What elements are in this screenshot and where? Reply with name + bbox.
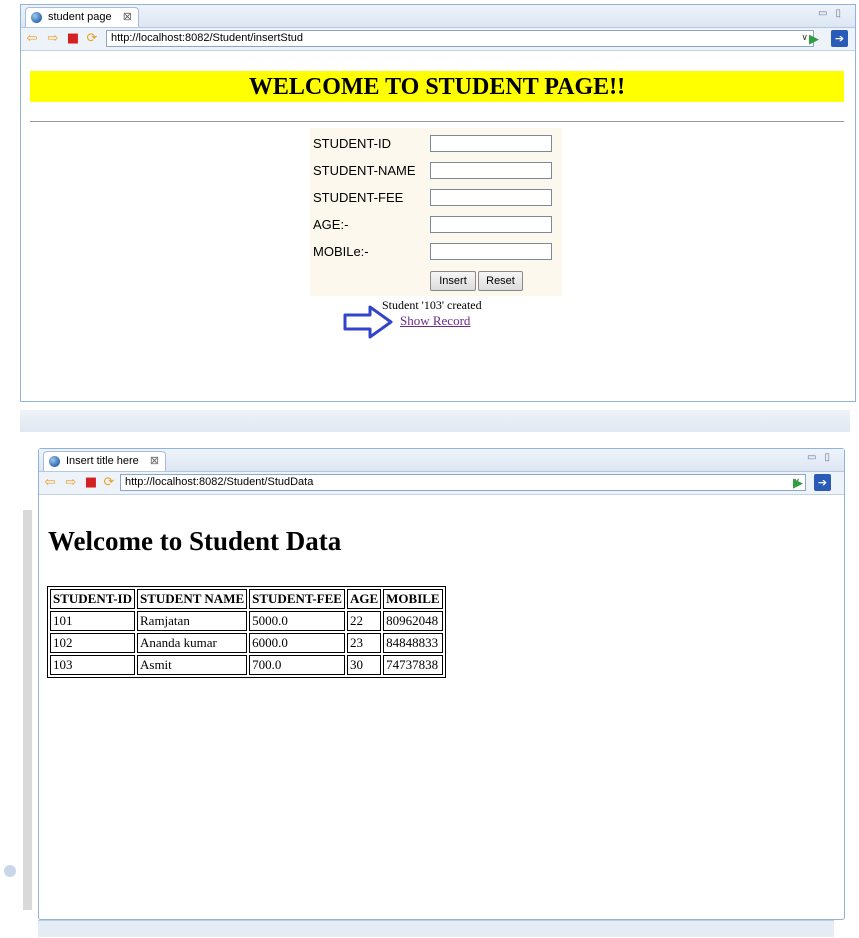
label-mobile: MOBILe:- — [313, 244, 369, 259]
reset-button[interactable]: Reset — [478, 271, 523, 291]
cell-name: Ramjatan — [137, 611, 248, 631]
label-student-name: STUDENT-NAME — [313, 163, 416, 178]
table-row: 101 Ramjatan 5000.0 22 80962048 — [50, 611, 443, 631]
mobile-field[interactable] — [430, 243, 552, 260]
student-id-field[interactable] — [430, 135, 552, 152]
navigation-bar: ⇦ ⇨ ■ ⟳ http://localhost:8082/Student/in… — [21, 28, 855, 51]
maximize-icon[interactable]: ▯ — [835, 8, 849, 19]
refresh-icon[interactable]: ⟳ — [85, 32, 99, 46]
close-tab-icon[interactable]: ⊠ — [123, 11, 132, 23]
minimize-icon[interactable]: ▭ — [818, 8, 835, 19]
tab-title-2: Insert title here — [66, 455, 139, 467]
url-input[interactable]: http://localhost:8082/Student/insertStud… — [106, 30, 814, 47]
minimize-icon[interactable]: ▭ — [807, 452, 824, 463]
cell-id: 102 — [50, 633, 135, 653]
label-student-fee: STUDENT-FEE — [313, 190, 404, 205]
close-tab-icon[interactable]: ⊠ — [150, 455, 159, 467]
cell-mobile: 74737838 — [383, 655, 443, 675]
ide-status-strip — [38, 920, 834, 937]
label-student-id: STUDENT-ID — [313, 136, 391, 151]
cell-age: 22 — [346, 611, 382, 631]
cell-fee: 6000.0 — [249, 633, 345, 653]
back-icon[interactable]: ⇦ — [25, 32, 39, 46]
tab-bar-2: Insert title here ⊠ ▭▯ — [39, 449, 844, 472]
student-name-field[interactable] — [430, 162, 552, 179]
url-input-2[interactable]: http://localhost:8082/Student/StudData ∨ — [120, 474, 806, 491]
decorative-dot — [4, 865, 16, 877]
status-message: Student '103' created — [382, 298, 482, 312]
stop-icon[interactable]: ■ — [84, 476, 98, 490]
forward-icon[interactable]: ⇨ — [64, 476, 78, 490]
cell-mobile: 80962048 — [383, 611, 443, 631]
globe-icon — [31, 12, 42, 23]
student-fee-field[interactable] — [430, 189, 552, 206]
external-browser-icon[interactable]: ➔ — [814, 474, 831, 491]
back-icon[interactable]: ⇦ — [43, 476, 57, 490]
cell-name: Asmit — [137, 655, 248, 675]
insert-button[interactable]: Insert — [430, 271, 476, 291]
go-icon[interactable]: ▶ — [793, 476, 803, 491]
cell-fee: 700.0 — [249, 655, 345, 675]
external-browser-icon[interactable]: ➔ — [831, 30, 848, 47]
tab-student-page[interactable]: student page ⊠ — [25, 7, 139, 27]
url-text: http://localhost:8082/Student/insertStud — [111, 32, 304, 44]
cell-age: 30 — [346, 655, 382, 675]
globe-icon — [49, 456, 60, 467]
table-header-row: STUDENT-ID STUDENT NAME STUDENT-FEE AGE … — [50, 589, 443, 609]
col-student-id: STUDENT-ID — [50, 589, 135, 609]
maximize-icon[interactable]: ▯ — [824, 452, 838, 463]
page-banner: WELCOME TO STUDENT PAGE!! — [30, 71, 844, 102]
stop-icon[interactable]: ■ — [66, 32, 80, 46]
window-controls-2: ▭▯ — [807, 452, 838, 463]
student-table: STUDENT-ID STUDENT NAME STUDENT-FEE AGE … — [47, 586, 446, 678]
refresh-icon[interactable]: ⟳ — [102, 476, 116, 490]
cell-mobile: 84848833 — [383, 633, 443, 653]
cell-age: 23 — [346, 633, 382, 653]
url-text-2: http://localhost:8082/Student/StudData — [125, 476, 314, 488]
window-controls: ▭▯ — [818, 8, 849, 19]
cell-id: 101 — [50, 611, 135, 631]
col-student-fee: STUDENT-FEE — [249, 589, 345, 609]
table-row: 103 Asmit 700.0 30 74737838 — [50, 655, 443, 675]
cell-fee: 5000.0 — [249, 611, 345, 631]
cell-id: 103 — [50, 655, 135, 675]
table-row: 102 Ananda kumar 6000.0 23 84848833 — [50, 633, 443, 653]
ide-toolbar-strip — [20, 410, 850, 432]
browser-window-data: Insert title here ⊠ ▭▯ ⇦ ⇨ ■ ⟳ http://lo… — [38, 448, 845, 920]
go-icon[interactable]: ▶ — [809, 32, 819, 47]
col-student-name: STUDENT NAME — [137, 589, 248, 609]
page-title: Welcome to Student Data — [48, 526, 342, 556]
tab-bar: student page ⊠ ▭▯ — [21, 5, 855, 28]
label-age: AGE:- — [313, 217, 349, 232]
col-mobile: MOBILE — [383, 589, 443, 609]
forward-icon[interactable]: ⇨ — [46, 32, 60, 46]
show-record-link[interactable]: Show Record — [400, 313, 470, 329]
tab-insert-title[interactable]: Insert title here ⊠ — [43, 451, 167, 471]
age-field[interactable] — [430, 216, 552, 233]
left-scrollbar[interactable] — [23, 510, 32, 910]
divider — [30, 121, 844, 122]
arrow-right-icon — [343, 305, 393, 339]
navigation-bar-2: ⇦ ⇨ ■ ⟳ http://localhost:8082/Student/St… — [39, 472, 844, 495]
cell-name: Ananda kumar — [137, 633, 248, 653]
chevron-down-icon[interactable]: ∨ — [801, 31, 808, 46]
student-form: STUDENT-ID STUDENT-NAME STUDENT-FEE AGE:… — [310, 128, 562, 296]
tab-title: student page — [48, 11, 112, 23]
col-age: AGE — [346, 589, 382, 609]
